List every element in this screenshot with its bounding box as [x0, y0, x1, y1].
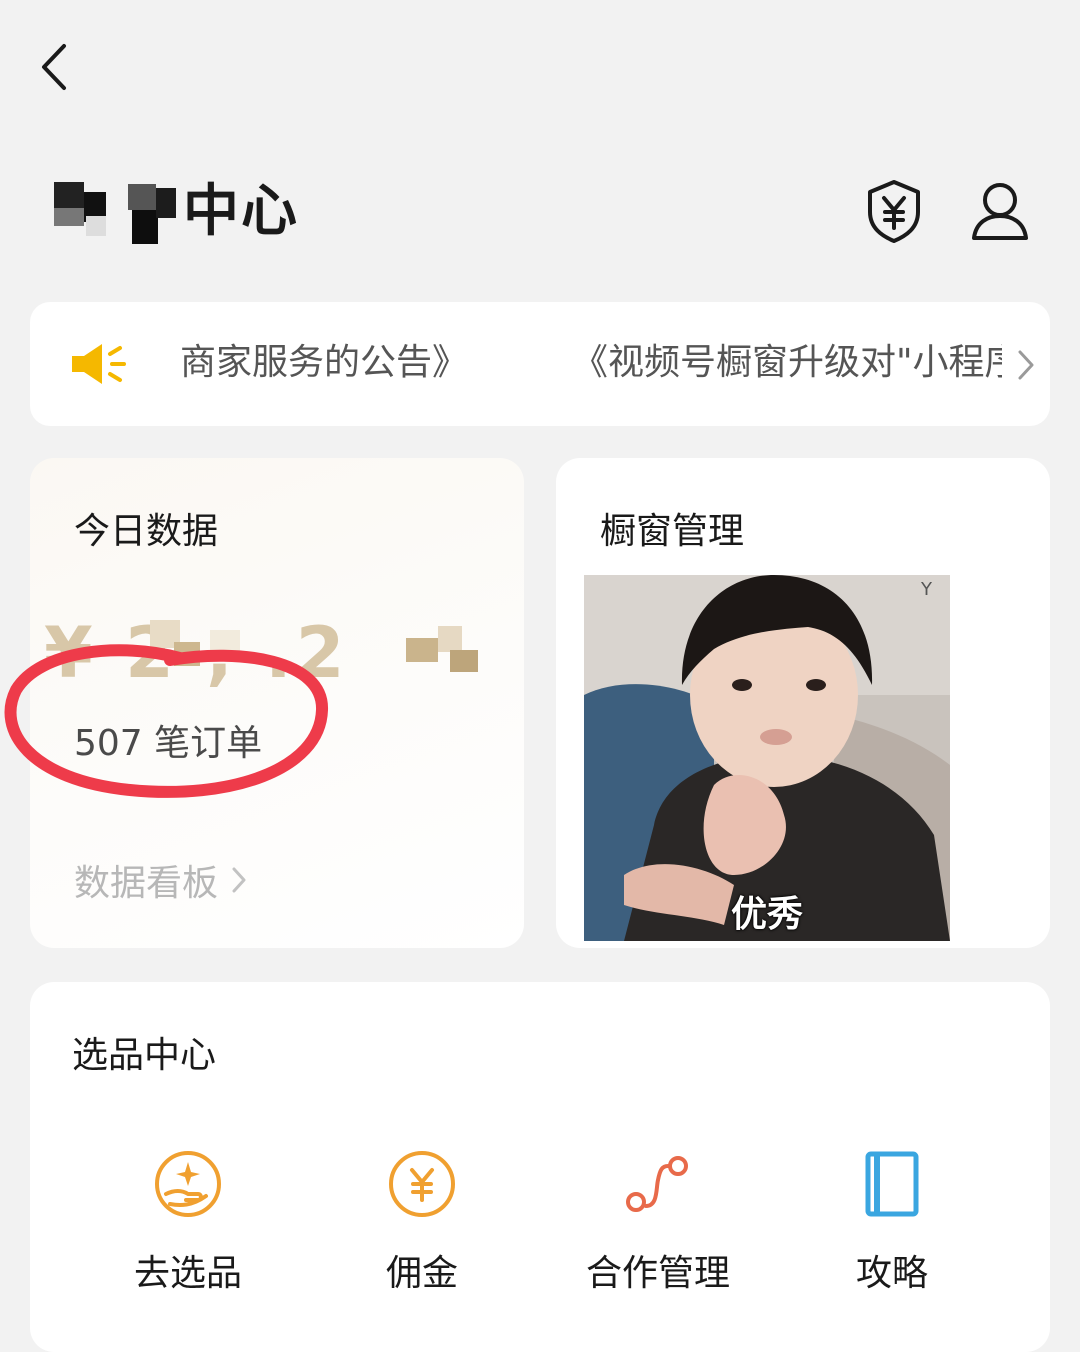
notice-text-right: 《视频号橱窗升级对"小程序 [572, 342, 1002, 383]
user-icon[interactable] [968, 178, 1032, 244]
yen-coin-icon [389, 1151, 455, 1217]
book-icon [865, 1151, 919, 1217]
announcement-bar[interactable]: 商家服务的公告》 《视频号橱窗升级对"小程序 [30, 302, 1050, 426]
window-product-image[interactable]: Y 优秀 [584, 575, 950, 941]
back-icon[interactable] [34, 40, 78, 94]
notice-text-left: 商家服务的公告》 [180, 342, 469, 383]
data-dashboard-link[interactable]: 数据看板 [74, 854, 248, 906]
order-count: 507 笔订单 [74, 723, 263, 764]
pixelated-text [52, 170, 177, 244]
tool-select-products[interactable]: 去选品 [88, 1148, 288, 1296]
photo-caption: 优秀 [730, 894, 803, 935]
page-title: 中心 [52, 166, 299, 246]
tool-label: 合作管理 [585, 1253, 730, 1294]
today-data-title: 今日数据 [74, 511, 219, 552]
selection-center-title: 选品中心 [72, 1035, 217, 1076]
tool-commission[interactable]: 佣金 [322, 1148, 522, 1296]
photo-watermark: Y [920, 579, 933, 600]
chevron-right-icon [1018, 350, 1034, 380]
chevron-right-icon [232, 867, 246, 893]
data-dashboard-label: 数据看板 [74, 863, 219, 904]
tool-guide[interactable]: 攻略 [792, 1148, 992, 1296]
window-management-title: 橱窗管理 [600, 511, 745, 552]
page-title-text: 中心 [183, 178, 299, 244]
route-icon [626, 1156, 688, 1212]
speaker-icon [72, 344, 126, 384]
tool-label: 攻略 [855, 1253, 928, 1294]
tool-label: 佣金 [385, 1253, 458, 1294]
shield-yen-icon[interactable] [862, 178, 926, 244]
hand-star-icon [155, 1151, 221, 1217]
tool-cooperation-management[interactable]: 合作管理 [558, 1148, 758, 1296]
tool-label: 去选品 [133, 1253, 242, 1294]
amount-pixelation [150, 620, 478, 680]
